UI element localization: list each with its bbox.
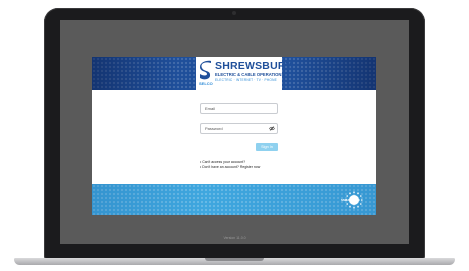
login-page: SELCO SHREWSBURY ELECTRIC & CABLE OPERAT… — [92, 57, 376, 215]
password-field[interactable] — [200, 123, 278, 134]
smart-hub-label: SMART HUB — [341, 198, 360, 202]
svg-text:SELCO: SELCO — [199, 81, 213, 86]
webcam — [232, 11, 236, 15]
footer-banner — [92, 184, 376, 215]
screen: SELCO SHREWSBURY ELECTRIC & CABLE OPERAT… — [60, 20, 409, 244]
sign-in-button[interactable]: Sign In — [256, 143, 278, 151]
version-text: Version 11.0.0 — [223, 236, 246, 240]
brand-logo: SELCO SHREWSBURY ELECTRIC & CABLE OPERAT… — [196, 57, 292, 90]
email-field[interactable] — [200, 103, 278, 114]
brand-subtitle: ELECTRIC & CABLE OPERATIONS — [215, 72, 285, 77]
laptop-notch — [205, 258, 264, 261]
selco-logo-icon: SELCO — [199, 60, 213, 86]
register-link[interactable]: Don't have an account? Register now — [200, 165, 260, 170]
brand-title: SHREWSBURY — [215, 60, 293, 72]
brand-tagline: ELECTRIC · INTERNET · TV · PHONE — [215, 78, 277, 82]
help-links: Can't access your account? Don't have an… — [200, 160, 260, 169]
eye-slash-icon[interactable] — [269, 126, 275, 131]
